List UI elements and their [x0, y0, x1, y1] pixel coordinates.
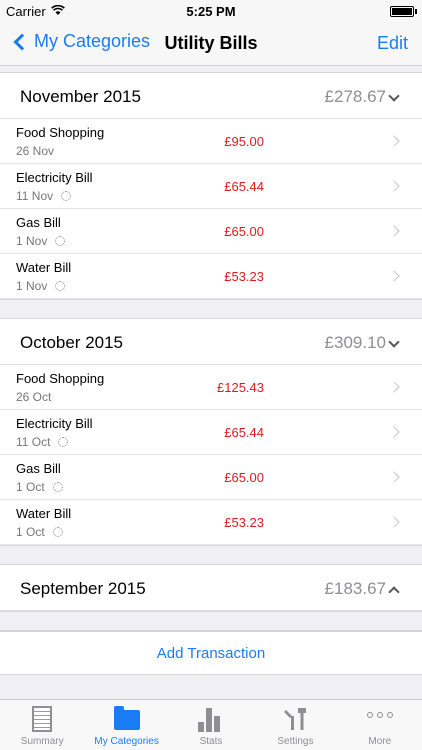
chevron-down-icon[interactable] [388, 336, 400, 348]
recurring-icon [52, 527, 63, 537]
transaction-date: 1 Oct [16, 480, 63, 494]
transaction-amount: £53.23 [224, 515, 264, 530]
recurring-icon [55, 236, 66, 246]
recurring-icon [55, 281, 66, 291]
transaction-amount: £65.00 [224, 224, 264, 239]
month-header[interactable]: September 2015 £183.67 [0, 565, 422, 611]
tab-label: My Categories [94, 736, 159, 747]
status-bar: Carrier 5:25 PM [0, 0, 422, 22]
tab-label: Summary [20, 736, 64, 747]
transaction-row[interactable]: Water Bill 1 Oct £53.23 [0, 500, 422, 545]
tab-my-categories[interactable]: My Categories [84, 700, 168, 750]
transaction-amount: £65.00 [224, 470, 264, 485]
transaction-date: 11 Oct [16, 435, 69, 449]
month-total: £183.67 [324, 579, 386, 598]
recurring-icon [58, 437, 69, 447]
chevron-right-icon [388, 225, 400, 237]
chevron-right-icon [388, 180, 400, 192]
transaction-date: 26 Nov [16, 144, 54, 158]
month-header[interactable]: October 2015 £309.10 [0, 319, 422, 365]
folder-icon [113, 706, 140, 730]
summary-icon [32, 706, 53, 732]
back-button-label: My Categories [34, 31, 151, 51]
edit-button[interactable]: Edit [377, 33, 408, 54]
tab-settings[interactable]: Settings [253, 700, 337, 750]
transaction-date-text: 1 Nov [16, 279, 48, 293]
tools-icon [282, 706, 308, 732]
transaction-date: 11 Nov [16, 189, 72, 203]
transaction-date-text: 26 Nov [16, 144, 55, 158]
chevron-right-icon [388, 270, 400, 282]
chevron-right-icon [388, 471, 400, 483]
transaction-name: Gas Bill [16, 461, 61, 476]
transaction-date: 1 Nov [16, 279, 66, 293]
transaction-amount: £65.44 [224, 425, 264, 440]
tab-more[interactable]: More [338, 700, 422, 750]
transaction-row[interactable]: Food Shopping 26 Oct £125.43 [0, 365, 422, 410]
transaction-name: Electricity Bill [16, 170, 93, 185]
chevron-up-icon[interactable] [388, 586, 400, 598]
transaction-date-text: 11 Nov [16, 189, 54, 203]
chevron-right-icon [388, 426, 400, 438]
tab-label: Stats [199, 736, 223, 747]
transaction-amount: £65.44 [224, 179, 264, 194]
section-spacer [0, 611, 422, 631]
month-header[interactable]: November 2015 £278.67 [0, 73, 422, 119]
transaction-name: Gas Bill [16, 215, 61, 230]
transaction-name: Food Shopping [16, 371, 105, 386]
transaction-name: Electricity Bill [16, 416, 93, 431]
transaction-row[interactable]: Gas Bill 1 Nov £65.00 [0, 209, 422, 254]
transaction-row[interactable]: Electricity Bill 11 Oct £65.44 [0, 410, 422, 455]
chevron-right-icon [388, 381, 400, 393]
tab-stats[interactable]: Stats [169, 700, 253, 750]
transaction-name: Water Bill [16, 260, 72, 275]
transaction-name: Water Bill [16, 506, 72, 521]
section-spacer [0, 545, 422, 565]
transaction-amount: £95.00 [224, 134, 264, 149]
clock: 5:25 PM [186, 4, 236, 19]
transaction-date: 26 Oct [16, 390, 51, 404]
chevron-right-icon [388, 135, 400, 147]
transaction-amount: £125.43 [217, 380, 264, 395]
transaction-name: Food Shopping [16, 125, 105, 140]
transaction-row[interactable]: Electricity Bill 11 Nov £65.44 [0, 164, 422, 209]
stats-icon [198, 706, 224, 732]
section-spacer [0, 299, 422, 319]
transaction-row[interactable]: Food Shopping 26 Nov £95.00 [0, 119, 422, 164]
transaction-date-text: 1 Nov [16, 234, 48, 248]
tab-label: Settings [277, 736, 314, 747]
tab-bar: Summary My Categories Stats Settings More [0, 699, 422, 750]
recurring-icon [61, 191, 72, 201]
more-icon [366, 712, 393, 718]
month-total: £278.67 [324, 87, 386, 106]
tab-summary[interactable]: Summary [0, 700, 84, 750]
tab-label: More [368, 736, 392, 747]
month-name: September 2015 [20, 579, 146, 598]
transaction-amount: £53.23 [224, 269, 264, 284]
chevron-right-icon [388, 516, 400, 528]
transaction-date-text: 11 Oct [16, 435, 51, 449]
chevron-down-icon[interactable] [388, 90, 400, 102]
transaction-date: 1 Nov [16, 234, 66, 248]
chevron-left-icon [13, 33, 31, 50]
battery-tip [415, 9, 417, 14]
battery-icon [390, 6, 414, 17]
month-name: November 2015 [20, 87, 141, 106]
transaction-date-text: 26 Oct [16, 390, 52, 404]
transaction-date-text: 1 Oct [16, 480, 45, 494]
recurring-icon [52, 482, 63, 492]
transaction-row[interactable]: Water Bill 1 Nov £53.23 [0, 254, 422, 299]
nav-bar: My Categories Utility Bills Edit [0, 22, 422, 66]
transaction-date-text: 1 Oct [16, 525, 45, 539]
add-transaction-button[interactable]: Add Transaction [0, 631, 422, 675]
transactions-list[interactable]: November 2015 £278.67 Food Shopping 26 Nov £… [0, 67, 422, 699]
transaction-date: 1 Oct [16, 525, 63, 539]
month-total: £309.10 [324, 333, 386, 352]
back-button[interactable]: My Categories [10, 31, 150, 52]
transaction-row[interactable]: Gas Bill 1 Oct £65.00 [0, 455, 422, 500]
month-name: October 2015 [20, 333, 124, 352]
